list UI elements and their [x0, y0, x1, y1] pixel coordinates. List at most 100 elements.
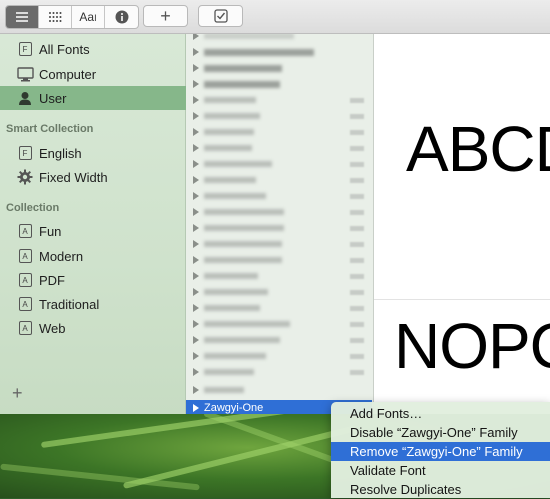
add-collection-plus-button[interactable]: + — [12, 383, 23, 404]
collection-icon: A — [16, 222, 34, 240]
sample-view-button[interactable]: AaI — [72, 6, 105, 28]
sidebar-item-all-fonts[interactable]: F All Fonts — [0, 37, 186, 61]
menu-item-remove-family[interactable]: Remove “Zawgyi-One” Family — [331, 442, 550, 461]
sidebar-item-label: User — [39, 90, 67, 106]
list-item[interactable] — [186, 172, 373, 188]
disclosure-triangle-icon — [193, 64, 199, 73]
list-item[interactable] — [186, 316, 373, 332]
smart-collection-heading: Smart Collection — [6, 123, 94, 135]
plus-icon: + — [160, 6, 171, 26]
list-item[interactable] — [186, 332, 373, 348]
list-item[interactable] — [186, 76, 373, 92]
sidebar-item-traditional[interactable]: A Traditional — [0, 292, 186, 316]
grid-icon — [49, 12, 62, 22]
user-icon — [16, 89, 34, 107]
disclosure-triangle-icon — [193, 112, 199, 121]
sidebar-item-pdf[interactable]: A PDF — [0, 268, 186, 292]
sidebar-item-label: All Fonts — [39, 41, 90, 57]
validate-button[interactable] — [198, 5, 243, 27]
sidebar-item-label: English — [39, 145, 82, 161]
toolbar: AaI + — [0, 0, 550, 34]
disclosure-triangle-icon — [193, 256, 199, 265]
sidebar-item-modern[interactable]: A Modern — [0, 244, 186, 268]
font-sample-icon: AaI — [79, 10, 97, 24]
list-item[interactable] — [186, 284, 373, 300]
list-item[interactable] — [186, 124, 373, 140]
sidebar-item-english[interactable]: F English — [0, 141, 186, 165]
font-file-icon: F — [16, 40, 34, 58]
disclosure-triangle-icon — [193, 34, 199, 41]
sidebar-item-label: Traditional — [39, 296, 100, 312]
list-item[interactable] — [186, 268, 373, 284]
list-item[interactable] — [186, 44, 373, 60]
list-item[interactable] — [186, 348, 373, 364]
font-file-icon: F — [16, 144, 34, 162]
sidebar-item-label: Modern — [39, 248, 84, 264]
disclosure-triangle-icon — [193, 48, 199, 57]
list-item[interactable] — [186, 204, 373, 220]
font-list[interactable]: Zawgyi-One — [186, 34, 374, 414]
disclosure-triangle-icon — [193, 336, 199, 345]
collection-icon: A — [16, 319, 34, 337]
disclosure-triangle-icon — [193, 80, 199, 89]
disclosure-triangle-icon — [193, 240, 199, 249]
disclosure-triangle-icon — [193, 144, 199, 153]
list-view-button[interactable] — [6, 6, 39, 28]
disclosure-triangle-icon — [193, 224, 199, 233]
disclosure-triangle-icon — [193, 128, 199, 137]
disclosure-triangle-icon — [193, 304, 199, 313]
collection-icon: A — [16, 247, 34, 265]
disclosure-triangle-icon — [193, 368, 199, 377]
grid-view-button[interactable] — [39, 6, 72, 28]
list-item[interactable] — [186, 252, 373, 268]
sidebar-item-web[interactable]: A Web — [0, 316, 186, 340]
list-item[interactable] — [186, 382, 373, 398]
preview-divider — [374, 299, 550, 300]
sidebar: F All Fonts Computer User Smart Collecti… — [0, 34, 186, 414]
list-item[interactable] — [186, 140, 373, 156]
disclosure-triangle-icon — [193, 96, 199, 105]
collection-icon: A — [16, 295, 34, 313]
disclosure-triangle-icon — [193, 160, 199, 169]
collection-heading: Collection — [6, 202, 60, 214]
list-item[interactable] — [186, 34, 373, 44]
sidebar-item-fixed-width[interactable]: Fixed Width — [0, 165, 186, 189]
list-item[interactable] — [186, 300, 373, 316]
sidebar-item-label: Computer — [39, 66, 97, 82]
disclosure-triangle-icon — [193, 320, 199, 329]
menu-item-resolve-duplicates[interactable]: Resolve Duplicates — [331, 480, 550, 499]
view-segmented-control: AaI — [5, 5, 139, 29]
preview-line-2: NOPQ — [394, 310, 550, 382]
menu-item-validate-font[interactable]: Validate Font — [331, 461, 550, 480]
info-icon — [115, 10, 128, 24]
disclosure-triangle-icon — [193, 272, 199, 281]
list-item[interactable] — [186, 364, 373, 380]
add-collection-button[interactable]: + — [143, 5, 188, 27]
disclosure-triangle-icon — [193, 208, 199, 217]
menu-item-disable-family[interactable]: Disable “Zawgyi-One” Family — [331, 423, 550, 442]
sidebar-item-computer[interactable]: Computer — [0, 62, 186, 86]
sidebar-item-label: Web — [39, 320, 66, 336]
checkbox-icon — [213, 9, 228, 23]
list-item[interactable] — [186, 236, 373, 252]
sidebar-item-fun[interactable]: A Fun — [0, 219, 186, 243]
sidebar-item-label: PDF — [39, 272, 65, 288]
list-item[interactable] — [186, 220, 373, 236]
list-item[interactable] — [186, 60, 373, 76]
sidebar-item-user[interactable]: User — [0, 86, 186, 110]
collection-icon: A — [16, 271, 34, 289]
disclosure-triangle-icon — [193, 352, 199, 361]
menu-item-add-fonts[interactable]: Add Fonts… — [331, 404, 550, 423]
disclosure-triangle-icon — [193, 176, 199, 185]
list-item[interactable] — [186, 188, 373, 204]
info-view-button[interactable] — [105, 6, 138, 28]
font-preview-pane: ABCD NOPQ — [374, 34, 550, 414]
list-icon — [16, 12, 28, 22]
list-item[interactable] — [186, 108, 373, 124]
sidebar-item-label: Fun — [39, 223, 62, 239]
list-item[interactable] — [186, 156, 373, 172]
list-item[interactable] — [186, 92, 373, 108]
monitor-icon — [16, 65, 34, 83]
disclosure-triangle-icon — [193, 404, 199, 412]
disclosure-triangle-icon — [193, 386, 199, 395]
